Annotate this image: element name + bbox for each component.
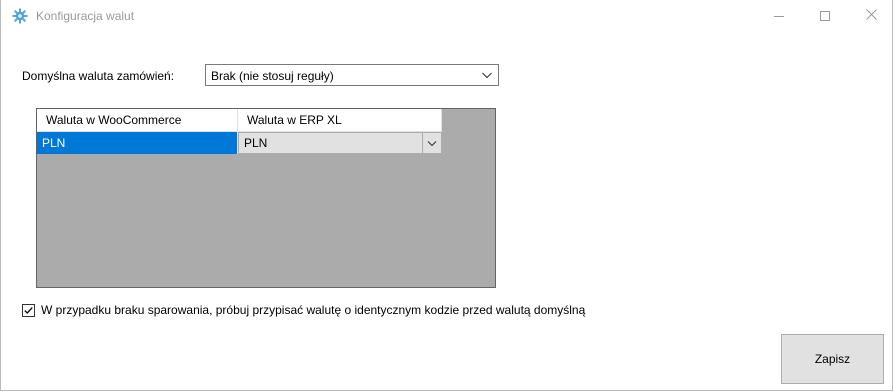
- erp-currency-value: PLN: [244, 136, 268, 150]
- save-button[interactable]: Zapisz: [781, 334, 884, 384]
- gear-icon: [12, 8, 28, 24]
- column-header-woocommerce[interactable]: Waluta w WooCommerce: [37, 109, 238, 132]
- title-bar[interactable]: Konfiguracja walut: [1, 0, 892, 32]
- default-currency-value: Brak (nie stosuj reguły): [211, 69, 334, 83]
- default-currency-label: Domyślna waluta zamówień:: [22, 69, 175, 83]
- chevron-down-icon: [480, 68, 494, 82]
- close-button[interactable]: [848, 0, 894, 32]
- window-title: Konfiguracja walut: [36, 9, 135, 23]
- maximize-icon: [820, 11, 830, 21]
- close-icon: [865, 9, 877, 23]
- minimize-button[interactable]: [756, 0, 802, 32]
- minimize-icon: [774, 15, 784, 17]
- erp-currency-select[interactable]: PLN: [238, 132, 442, 154]
- woocommerce-currency-cell[interactable]: PLN: [37, 132, 238, 154]
- currency-mapping-grid[interactable]: Waluta w WooCommerce Waluta w ERP XL PLN…: [36, 108, 496, 288]
- fallback-checkbox-label[interactable]: W przypadku braku sparowania, próbuj prz…: [41, 303, 585, 317]
- maximize-button[interactable]: [802, 0, 848, 32]
- checkmark-icon: [24, 307, 33, 314]
- currency-config-window: Konfiguracja walut Domyślna waluta zamów…: [0, 0, 893, 391]
- chevron-down-icon[interactable]: [422, 133, 441, 153]
- table-row[interactable]: PLN PLN: [37, 132, 442, 154]
- column-header-erp-xl[interactable]: Waluta w ERP XL: [238, 109, 442, 132]
- fallback-checkbox[interactable]: [22, 304, 35, 317]
- grid-header: Waluta w WooCommerce Waluta w ERP XL: [37, 109, 442, 132]
- default-currency-select[interactable]: Brak (nie stosuj reguły): [205, 64, 499, 86]
